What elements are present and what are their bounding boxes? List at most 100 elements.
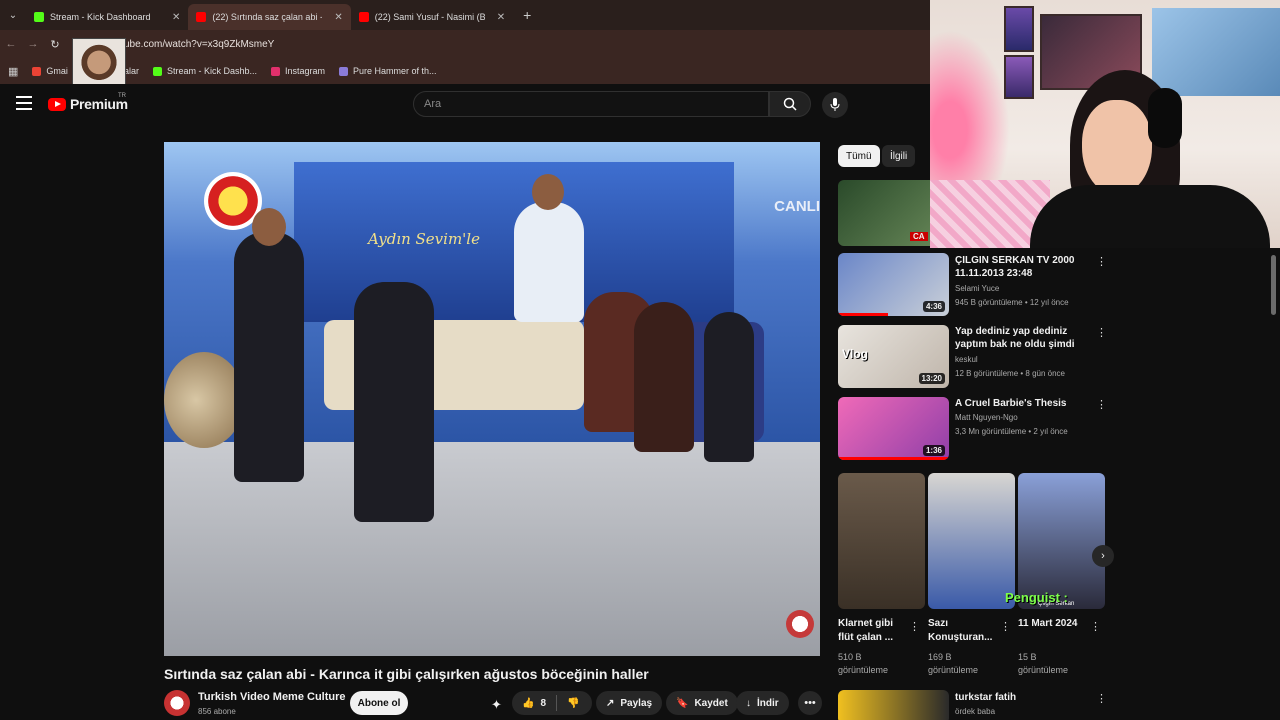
streamer-webcam — [930, 0, 1280, 248]
close-tab-icon[interactable]: ✕ — [497, 12, 505, 23]
short-thumbnail[interactable] — [928, 473, 1015, 609]
like-icon[interactable]: 👍 — [522, 698, 534, 709]
short-title[interactable]: Klarnet gibi flüt çalan ... — [838, 617, 908, 645]
video-overlay-text: Aydın Sevim'le — [368, 230, 480, 248]
short-views: 15 B görüntüleme — [1018, 652, 1069, 675]
page-scrollbar[interactable] — [1271, 255, 1276, 315]
download-label: İndir — [757, 697, 779, 709]
youtube-header: Premium TR Ara — [0, 84, 930, 124]
short-thumbnail[interactable] — [838, 473, 925, 609]
voice-search-button[interactable] — [822, 92, 848, 118]
tab-title: (22) Sami Yusuf - Nasimi (Betw — [374, 12, 485, 22]
video-player[interactable]: Aydın Sevim'le CANLI — [164, 142, 820, 656]
recommendation-thumbnail[interactable] — [838, 690, 949, 720]
subscribe-button[interactable]: Abone ol — [350, 691, 408, 715]
screen: ⌄ Stream - Kick Dashboard ✕ (22) Sırtınd… — [0, 0, 1280, 720]
recommendation-title[interactable]: A Cruel Barbie's Thesis — [955, 397, 1095, 410]
short-thumbnail[interactable]: Çılgın Serkan — [1018, 473, 1105, 609]
recommendation-channel[interactable]: Selami Yuce — [955, 284, 999, 293]
kick-icon — [34, 12, 44, 22]
recommendation-thumbnail[interactable]: Vlog 13:20 — [838, 325, 949, 388]
short-title[interactable]: Sazı Konuşturan... — [928, 617, 998, 645]
browser-tab-sami-yusuf[interactable]: (22) Sami Yusuf - Nasimi (Betw ✕ — [351, 4, 513, 30]
close-tab-icon[interactable]: ✕ — [172, 12, 180, 23]
url-field[interactable]: ube.com/watch?v=x3q9ZkMsmeY — [124, 39, 274, 50]
bookmark-pure-hammer[interactable]: Pure Hammer of th... — [339, 66, 437, 76]
share-icon: ↗ — [606, 697, 615, 709]
youtube-icon — [196, 12, 207, 22]
gmail-icon — [32, 66, 42, 76]
reload-icon[interactable]: ↻ — [44, 38, 66, 51]
video-duration: 13:20 — [918, 373, 945, 384]
recommendation-meta: 945 B görüntüleme • 12 yıl önce — [955, 298, 1069, 307]
menu-icon[interactable] — [16, 96, 32, 110]
bookmark-gmail[interactable]: Gmai — [32, 66, 68, 76]
search-input[interactable]: Ara — [413, 91, 769, 117]
chip-all[interactable]: Tümü — [838, 145, 880, 167]
bookmark-label: Stream - Kick Dashb... — [166, 66, 257, 76]
share-button[interactable]: ↗ Paylaş — [596, 691, 663, 715]
stream-chat-username: Penguist : — [1005, 590, 1068, 605]
next-arrow-button[interactable]: › — [1092, 545, 1114, 567]
save-button[interactable]: 🔖 Kaydet — [666, 691, 738, 715]
more-actions-button[interactable]: ••• — [798, 691, 822, 715]
microphone-icon — [830, 98, 840, 111]
more-vert-icon[interactable]: ⋮ — [1096, 326, 1107, 339]
video-guest — [634, 302, 694, 452]
more-vert-icon[interactable]: ⋮ — [1096, 255, 1107, 268]
video-duration: 4:36 — [922, 301, 945, 312]
kick-icon — [152, 66, 162, 76]
more-vert-icon[interactable]: ⋮ — [1096, 398, 1107, 411]
more-vert-icon[interactable]: ⋮ — [909, 620, 920, 633]
wall-poster — [1004, 55, 1034, 99]
more-vert-icon[interactable]: ⋮ — [1000, 620, 1011, 633]
youtube-logo[interactable]: Premium — [48, 96, 128, 112]
recommendation-channel[interactable]: Matt Nguyen-Ngo — [955, 413, 1018, 422]
download-button[interactable]: ↓ İndir — [736, 691, 789, 715]
forward-icon[interactable]: → — [22, 38, 44, 50]
search-button[interactable] — [769, 91, 811, 117]
dislike-icon[interactable]: 👎 — [567, 698, 579, 709]
wall-poster — [1004, 6, 1034, 52]
recommendation-channel[interactable]: keskul — [955, 355, 978, 364]
video-duration: 1:36 — [922, 445, 945, 456]
short-views: 510 B görüntüleme — [838, 652, 889, 675]
tab-search-icon[interactable]: ⌄ — [0, 0, 26, 30]
channel-avatar[interactable] — [164, 690, 190, 716]
more-vert-icon[interactable]: ⋮ — [1090, 620, 1101, 633]
share-label: Paylaş — [620, 697, 653, 709]
subscriber-count: 856 abone — [198, 707, 236, 716]
bookmark-kick[interactable]: Stream - Kick Dashb... — [152, 66, 257, 76]
recommendation-meta: 12 B görüntüleme • 8 gün önce — [955, 369, 1065, 378]
close-tab-icon[interactable]: ✕ — [334, 12, 342, 23]
bookmark-label: Instagram — [284, 66, 326, 76]
recommendation-meta: 3,3 Mn görüntüleme • 2 yıl önce — [955, 427, 1068, 436]
video-person — [234, 232, 304, 482]
apps-grid-icon[interactable]: ▦ — [8, 65, 18, 78]
bookmark-label: Pure Hammer of th... — [353, 66, 437, 76]
browser-tab-kick[interactable]: Stream - Kick Dashboard ✕ — [26, 4, 188, 30]
back-icon[interactable]: ← — [0, 38, 22, 50]
more-vert-icon[interactable]: ⋮ — [1096, 692, 1107, 705]
short-title[interactable]: 11 Mart 2024 — [1018, 617, 1088, 631]
recommendation-thumbnail[interactable]: 1:36 — [838, 397, 949, 460]
new-tab-button[interactable]: + — [523, 7, 531, 23]
channel-watermark[interactable] — [786, 610, 814, 638]
video-singer-head — [532, 174, 564, 210]
recommendation-title[interactable]: Yap dediniz yap dediniz yaptım bak ne ol… — [955, 325, 1095, 351]
like-count[interactable]: 8 — [540, 698, 546, 709]
channel-name[interactable]: Turkish Video Meme Culture — [198, 691, 346, 703]
youtube-play-icon — [48, 97, 66, 111]
recommendation-title[interactable]: turkstar fatih — [955, 691, 1095, 704]
video-title: Sırtında saz çalan abi - Karınca it gibi… — [164, 666, 649, 682]
headset-icon — [1148, 88, 1182, 148]
ai-sparkle-icon[interactable]: ✦ — [491, 697, 502, 713]
chip-related[interactable]: İlgili — [882, 145, 916, 167]
browser-tab-bar: ⌄ Stream - Kick Dashboard ✕ (22) Sırtınd… — [0, 0, 930, 30]
save-label: Kaydet — [694, 697, 728, 709]
recommendation-title[interactable]: ÇILGIN SERKAN TV 2000 11.11.2013 23:48 — [955, 254, 1095, 280]
recommendation-channel[interactable]: ördek baba — [955, 707, 995, 716]
browser-tab-active[interactable]: (22) Sırtında saz çalan abi - Karı ✕ — [188, 4, 351, 30]
bookmark-instagram[interactable]: Instagram — [270, 66, 326, 76]
recommendation-thumbnail[interactable]: 4:36 — [838, 253, 949, 316]
